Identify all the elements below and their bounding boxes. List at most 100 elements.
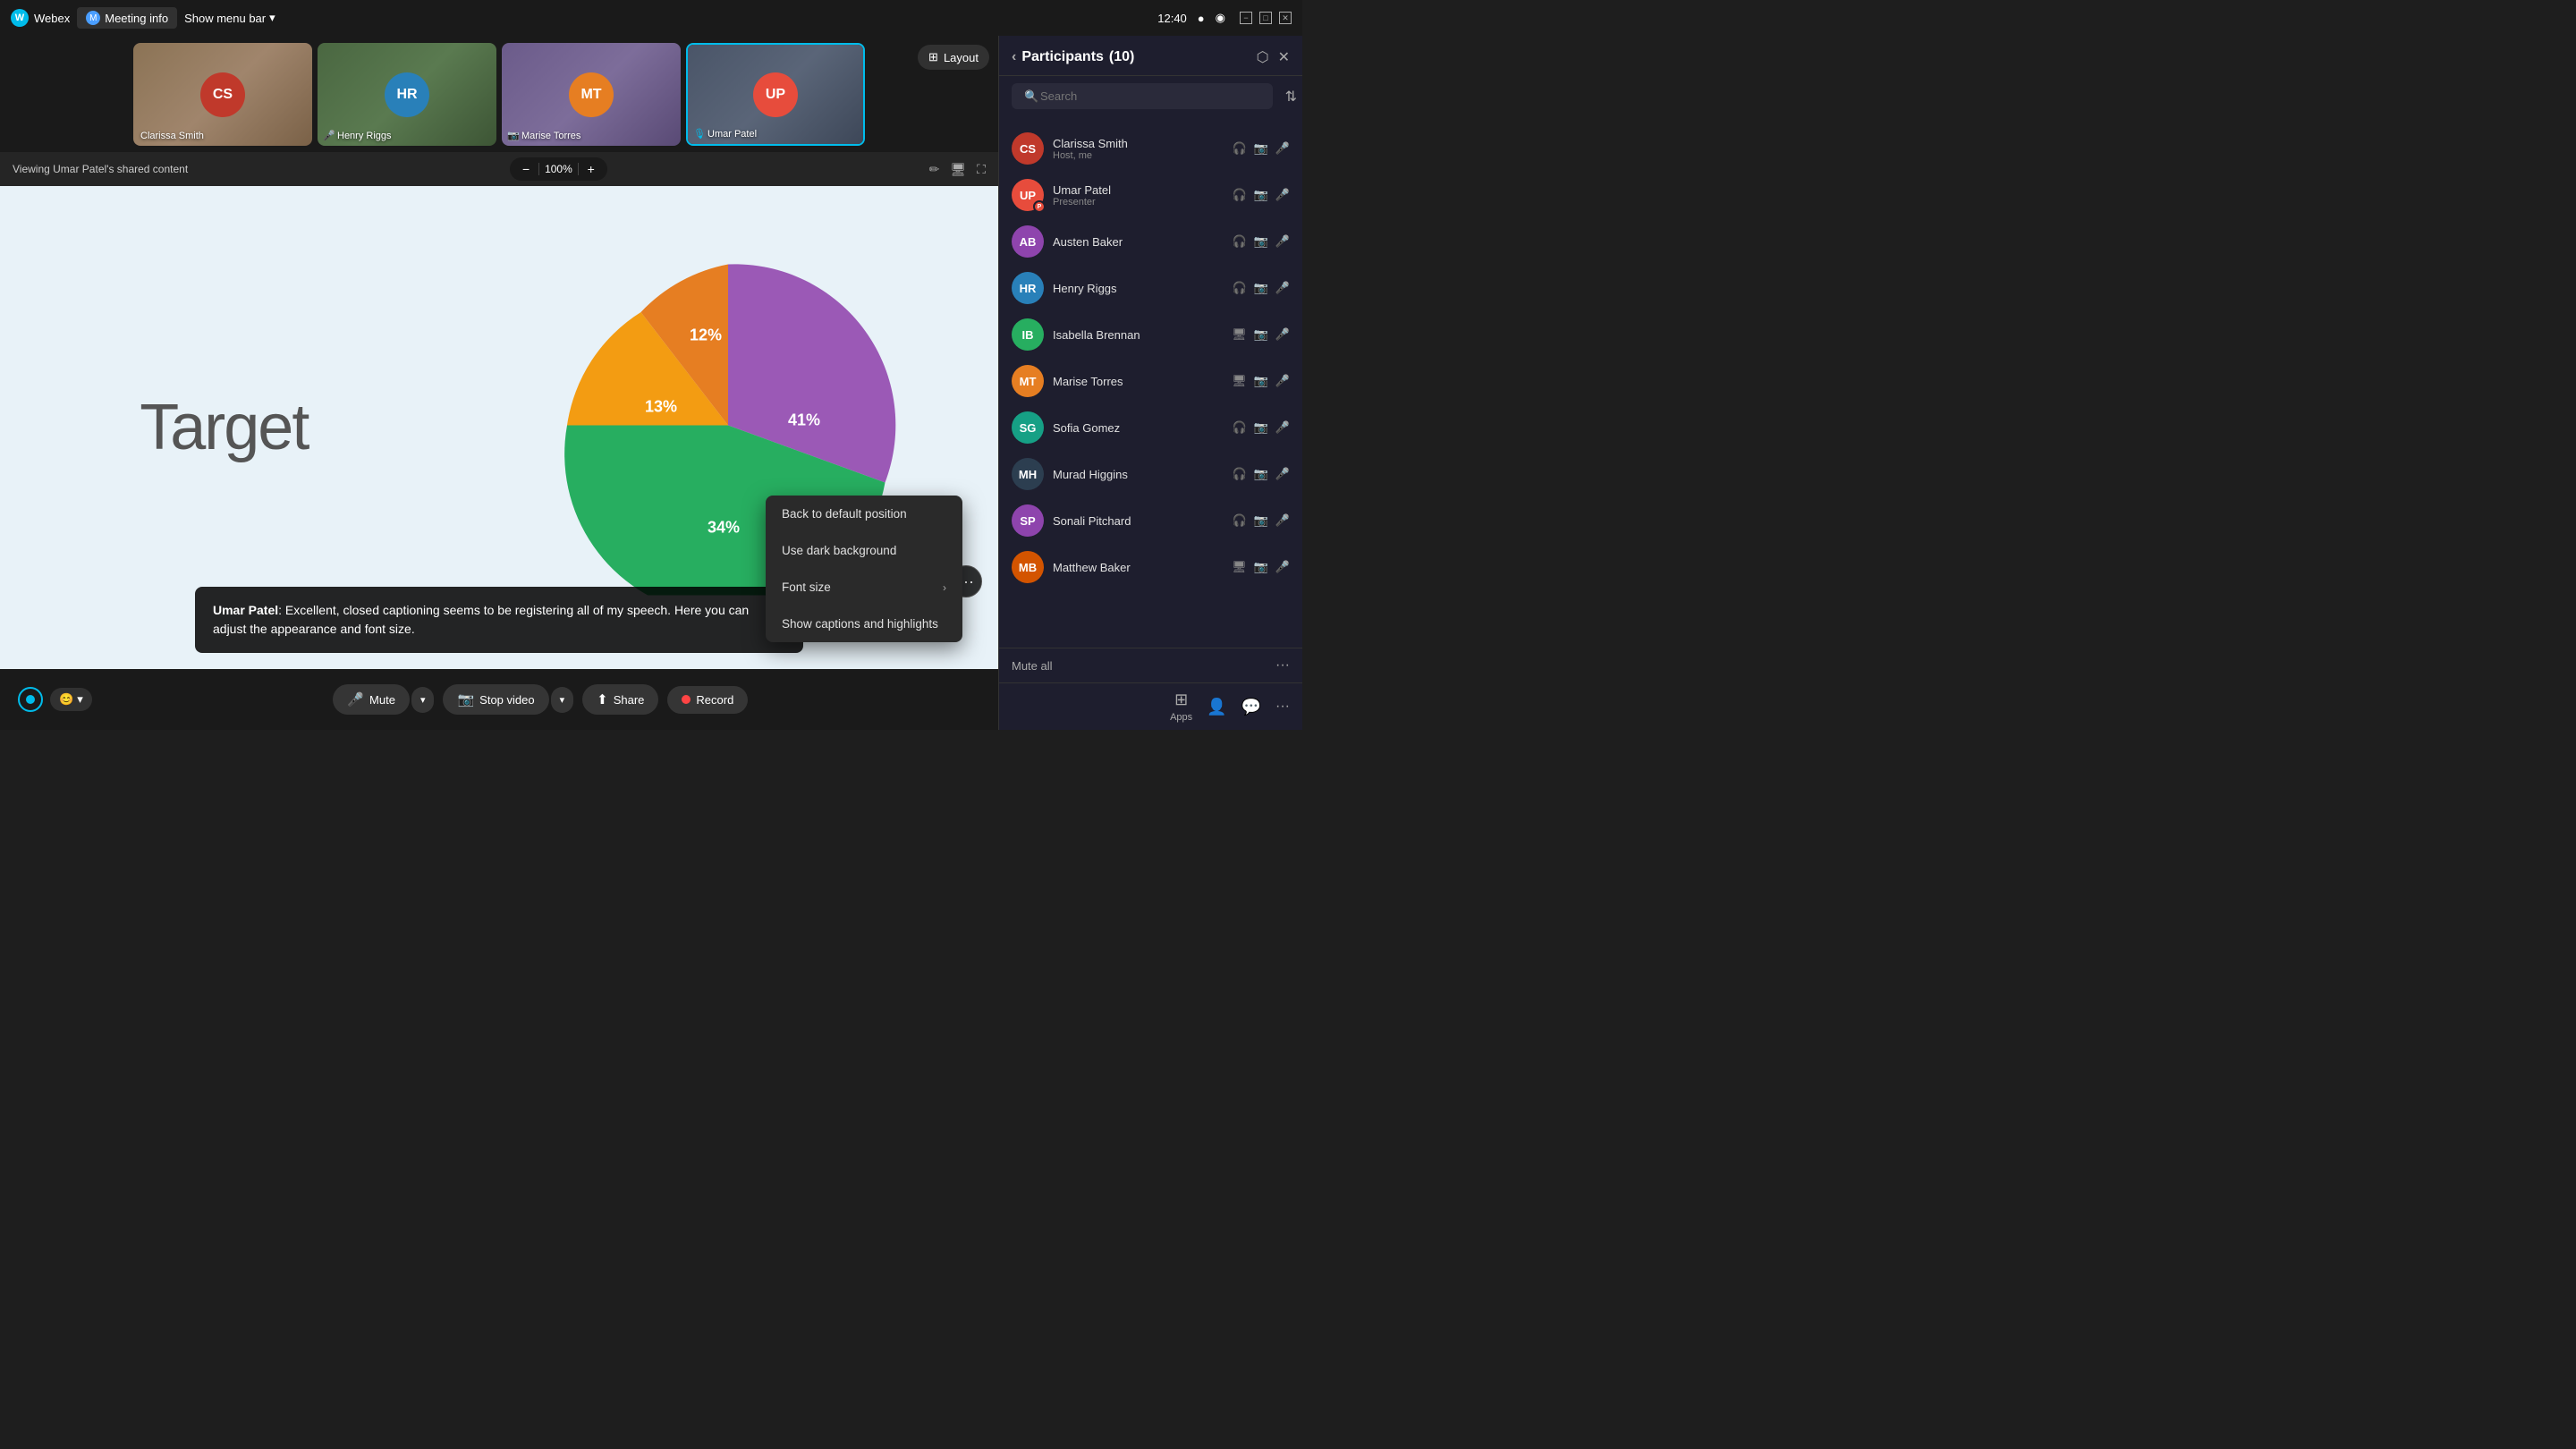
participants-title: Participants — [1021, 49, 1104, 65]
video-chevron-button[interactable]: ▾ — [551, 687, 574, 713]
thumbnail-clarissa[interactable]: CS Clarissa Smith — [133, 43, 312, 146]
participants-panel: ‹ Participants (10) ⬡ ✕ 🔍 ⇅ CS Clarissa … — [998, 36, 1302, 730]
mic-icon-umar: 🎤 — [1275, 188, 1290, 202]
notification-icon: ◉ — [1216, 11, 1225, 25]
participant-item-umar[interactable]: UP P Umar Patel Presenter 🎧 📷 🎤 — [999, 172, 1302, 218]
screen-icon[interactable]: 🖥 — [950, 162, 966, 177]
zoom-out-button[interactable]: − — [517, 160, 535, 178]
participant-info-isabella: Isabella Brennan — [1053, 328, 1223, 342]
participant-icons-clarissa: 🎧 📷 🎤 — [1232, 141, 1290, 156]
participant-name-isabella: Isabella Brennan — [1053, 328, 1223, 342]
status-dot-inner — [26, 695, 35, 704]
dark-bg-label: Use dark background — [782, 544, 896, 557]
participant-name-murad: Murad Higgins — [1053, 468, 1223, 481]
participant-item-austen[interactable]: AB Austen Baker 🎧 📷 🎤 — [999, 218, 1302, 265]
show-menu-button[interactable]: Show menu bar ▾ — [184, 11, 275, 25]
avatar-murad: MH — [1012, 458, 1044, 490]
show-menu-label: Show menu bar — [184, 12, 266, 25]
participant-item-sofia[interactable]: SG Sofia Gomez 🎧 📷 🎤 — [999, 404, 1302, 451]
chat-tab-button[interactable]: 💬 — [1241, 698, 1261, 716]
participant-item-isabella[interactable]: IB Isabella Brennan 🖥 📷 🎤 — [999, 311, 1302, 358]
participant-info-sonali: Sonali Pitchard — [1053, 514, 1223, 528]
thumbnail-umar[interactable]: UP 🎙 Umar Patel — [686, 43, 865, 146]
participant-info-murad: Murad Higgins — [1053, 468, 1223, 481]
search-input[interactable] — [1012, 83, 1273, 109]
mute-all-button[interactable]: Mute all — [1012, 659, 1053, 673]
caption-overlay: ✕ Umar Patel: Excellent, closed captioni… — [195, 587, 803, 653]
context-dark-bg[interactable]: Use dark background — [766, 532, 962, 569]
fullscreen-icon[interactable]: ⛶ — [977, 162, 986, 177]
participant-info-umar: Umar Patel Presenter — [1053, 183, 1223, 208]
context-back-default[interactable]: Back to default position — [766, 496, 962, 532]
reactions-button[interactable]: 😊 ▾ — [50, 688, 92, 711]
mute-label: Mute — [369, 693, 395, 707]
participant-name-sofia: Sofia Gomez — [1053, 421, 1223, 435]
participant-item-marise[interactable]: MT Marise Torres 🖥 📷 🎤 — [999, 358, 1302, 404]
layout-icon: ⊞ — [928, 50, 938, 64]
mic-muted-icon-murad: 🎤 — [1275, 467, 1290, 481]
people-tab-button[interactable]: 👤 — [1207, 698, 1226, 716]
camera-icon: 📷 — [507, 130, 520, 141]
headset-icon-sofia: 🎧 — [1232, 420, 1246, 435]
thumbnail-henry-label: Henry Riggs — [337, 131, 392, 141]
participant-item-henry[interactable]: HR Henry Riggs 🎧 📷 🎤 — [999, 265, 1302, 311]
participant-icons-murad: 🎧 📷 🎤 — [1232, 467, 1290, 481]
participant-name-umar: Umar Patel — [1053, 183, 1223, 197]
popout-button[interactable]: ⬡ — [1257, 48, 1269, 66]
main-layout: CS Clarissa Smith HR 🎤 Henry Riggs MT 📷 … — [0, 36, 1302, 730]
reactions-icon: 😊 — [59, 692, 73, 707]
thumbnail-henry[interactable]: HR 🎤 Henry Riggs — [318, 43, 496, 146]
zoom-in-button[interactable]: + — [582, 160, 600, 178]
apps-tab-button[interactable]: ⊞ Apps — [1170, 691, 1192, 723]
annotate-icon[interactable]: ✏ — [929, 162, 940, 177]
mute-chevron-button[interactable]: ▾ — [411, 687, 435, 713]
close-panel-button[interactable]: ✕ — [1278, 48, 1290, 66]
participant-item-murad[interactable]: MH Murad Higgins 🎧 📷 🎤 — [999, 451, 1302, 497]
chevron-collapse-icon[interactable]: ‹ — [1012, 49, 1016, 65]
record-button[interactable]: Record — [667, 686, 748, 714]
sort-button[interactable]: ⇅ — [1285, 88, 1297, 106]
participant-name-marise: Marise Torres — [1053, 375, 1223, 388]
meeting-info-button[interactable]: M Meeting info — [77, 7, 177, 29]
participant-item-clarissa[interactable]: CS Clarissa Smith Host, me 🎧 📷 🎤 — [999, 125, 1302, 172]
participant-item-sonali[interactable]: SP Sonali Pitchard 🎧 📷 🎤 — [999, 497, 1302, 544]
content-area: CS Clarissa Smith HR 🎤 Henry Riggs MT 📷 … — [0, 36, 998, 730]
mute-button[interactable]: 🎤 Mute — [333, 684, 410, 715]
camera-icon-sonali: 📷 — [1254, 513, 1268, 528]
participant-info-matthew: Matthew Baker — [1053, 561, 1223, 574]
mic-muted-icon-marise: 🎤 — [1275, 374, 1290, 388]
camera-icon-umar: 📷 — [1254, 188, 1268, 202]
panel-title: ‹ Participants (10) — [1012, 49, 1134, 65]
participant-name-austen: Austen Baker — [1053, 235, 1223, 249]
maximize-button[interactable]: □ — [1259, 12, 1272, 24]
mic-muted-icon-matthew: 🎤 — [1275, 560, 1290, 574]
layout-button[interactable]: ⊞ Layout — [918, 45, 989, 70]
panel-header-icons: ⬡ ✕ — [1257, 48, 1290, 66]
avatar-henry: HR — [1012, 272, 1044, 304]
avatar-umar: UP P — [1012, 179, 1044, 211]
participant-item-matthew[interactable]: MB Matthew Baker 🖥 📷 🎤 — [999, 544, 1302, 590]
bottom-panel-tabs: ⊞ Apps 👤 💬 ··· — [999, 682, 1302, 730]
mic-icon-sofia: 🎤 — [1275, 420, 1290, 435]
thumbnail-marise[interactable]: MT 📷 Marise Torres — [502, 43, 681, 146]
webex-logo: W Webex — [11, 9, 70, 27]
people-icon: 👤 — [1207, 698, 1226, 716]
camera-icon-marise: 📷 — [1254, 374, 1268, 388]
camera-icon-austen: 📷 — [1254, 234, 1268, 249]
stop-video-button[interactable]: 📷 Stop video — [443, 684, 548, 715]
minimize-button[interactable]: − — [1240, 12, 1252, 24]
participant-icons-henry: 🎧 📷 🎤 — [1232, 281, 1290, 295]
context-font-size[interactable]: Font size › — [766, 569, 962, 606]
participant-name-matthew: Matthew Baker — [1053, 561, 1223, 574]
context-show-captions[interactable]: Show captions and highlights — [766, 606, 962, 642]
tabs-more-button[interactable]: ··· — [1275, 699, 1290, 715]
panel-more-button[interactable]: ··· — [1275, 657, 1290, 674]
reactions-chevron: ▾ — [77, 692, 83, 707]
close-button[interactable]: ✕ — [1279, 12, 1292, 24]
clock: 12:40 — [1157, 12, 1187, 25]
share-button[interactable]: ⬆ Share — [582, 684, 658, 715]
search-container: 🔍 — [1004, 76, 1280, 116]
participant-icons-austen: 🎧 📷 🎤 — [1232, 234, 1290, 249]
participant-name-sonali: Sonali Pitchard — [1053, 514, 1223, 528]
avatar-sonali: SP — [1012, 504, 1044, 537]
